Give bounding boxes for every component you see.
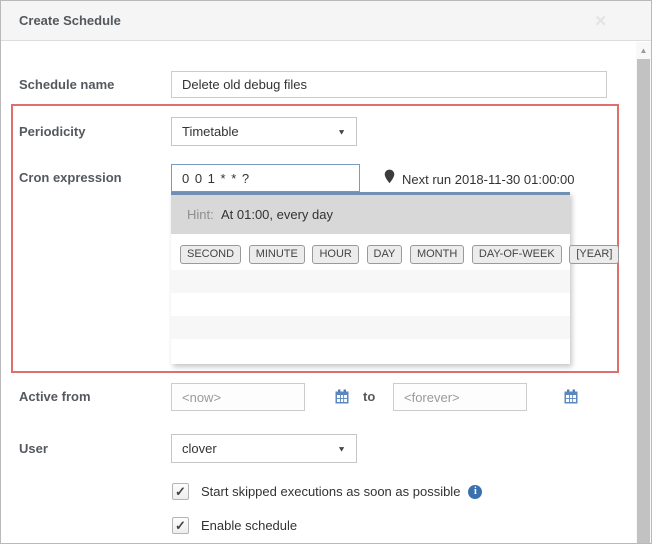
check-icon: ✓: [175, 518, 186, 534]
cron-option-row: [171, 316, 570, 339]
cron-option-row: [171, 270, 570, 293]
user-select[interactable]: clover ▼: [171, 434, 357, 463]
cron-part-day[interactable]: DAY: [367, 245, 403, 264]
user-value: clover: [182, 441, 217, 456]
cron-part-year[interactable]: [YEAR]: [569, 245, 619, 264]
hint-text: At 01:00, every day: [217, 207, 333, 222]
skipped-executions-checkbox[interactable]: ✓: [172, 483, 189, 500]
cron-option-rows: [171, 270, 570, 362]
cron-helper-panel: Hint: At 01:00, every day SECOND MINUTE …: [171, 192, 570, 364]
schedule-name-input[interactable]: [171, 71, 607, 98]
close-icon[interactable]: ✕: [594, 12, 607, 30]
skipped-executions-row: ✓ Start skipped executions as soon as po…: [172, 483, 482, 500]
next-run-text: Next run 2018-11-30 01:00:00: [402, 172, 575, 187]
cron-part-second[interactable]: SECOND: [180, 245, 241, 264]
cron-part-minute[interactable]: MINUTE: [249, 245, 305, 264]
map-pin-icon: [384, 169, 395, 187]
skipped-executions-label: Start skipped executions as soon as poss…: [201, 484, 460, 499]
dialog-title: Create Schedule: [1, 1, 651, 40]
user-label: User: [19, 434, 48, 463]
cron-option-row: [171, 293, 570, 316]
create-schedule-dialog: Create Schedule ✕ Schedule name Periodic…: [0, 0, 652, 544]
cron-expression-input[interactable]: [171, 164, 360, 192]
calendar-icon[interactable]: [335, 389, 349, 407]
enable-schedule-checkbox[interactable]: ✓: [172, 517, 189, 534]
cron-parts-row: SECOND MINUTE HOUR DAY MONTH DAY-OF-WEEK…: [171, 245, 570, 265]
periodicity-select[interactable]: Timetable ▼: [171, 117, 357, 146]
cron-part-day-of-week[interactable]: DAY-OF-WEEK: [472, 245, 562, 264]
periodicity-value: Timetable: [182, 124, 239, 139]
enable-schedule-label: Enable schedule: [201, 518, 297, 533]
info-icon[interactable]: i: [468, 485, 482, 499]
active-from-input[interactable]: [171, 383, 305, 411]
cron-part-month[interactable]: MONTH: [410, 245, 464, 264]
scroll-up-icon[interactable]: ▲: [636, 42, 651, 58]
check-icon: ✓: [175, 484, 186, 500]
dialog-header: Create Schedule ✕: [1, 1, 651, 41]
enable-schedule-row: ✓ Enable schedule: [172, 517, 297, 534]
schedule-name-label: Schedule name: [19, 71, 114, 98]
chevron-down-icon: ▼: [337, 127, 346, 136]
cron-hint-row: Hint: At 01:00, every day: [171, 195, 570, 234]
cron-part-hour[interactable]: HOUR: [312, 245, 358, 264]
hint-prefix: Hint:: [187, 207, 214, 222]
scrollbar[interactable]: ▲: [636, 42, 651, 543]
calendar-icon[interactable]: [564, 389, 578, 407]
scrollbar-thumb[interactable]: [637, 59, 650, 543]
active-to-input[interactable]: [393, 383, 527, 411]
to-label: to: [363, 383, 375, 411]
active-from-label: Active from: [19, 383, 91, 411]
chevron-down-icon: ▼: [337, 444, 346, 453]
cron-option-row: [171, 339, 570, 362]
